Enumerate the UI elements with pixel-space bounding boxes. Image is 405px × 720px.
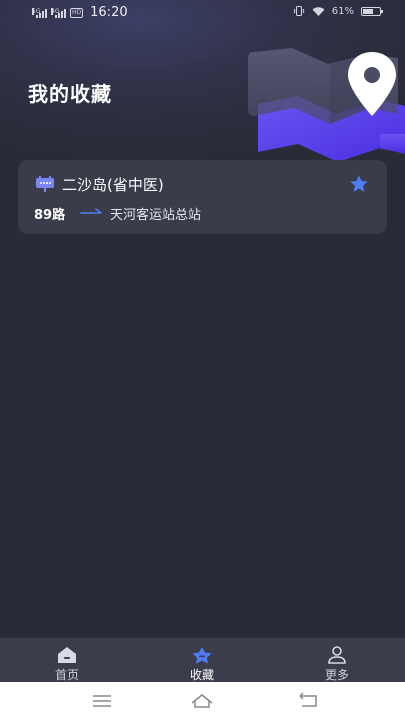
- signal-icon: 5G: [32, 7, 47, 18]
- tab-more[interactable]: 更多: [297, 638, 377, 682]
- tab-label: 更多: [324, 668, 349, 682]
- favorites-screen: 5G 4G HD 16:20 61% 我的收藏 二沙岛(省中医) 89路 天河客…: [0, 0, 405, 720]
- vibrate-icon: [293, 6, 305, 16]
- battery-fill: [363, 8, 373, 14]
- sim2-label: 4G: [51, 7, 60, 15]
- page-title: 我的收藏: [28, 82, 112, 106]
- home-icon: [58, 647, 76, 663]
- star-icon: [192, 647, 212, 664]
- signal-icon: 4G: [51, 7, 66, 18]
- route-number: 89路: [34, 208, 66, 223]
- hd-icon: HD: [70, 7, 84, 18]
- back-icon[interactable]: [296, 691, 320, 711]
- direction-arrow-icon: [80, 208, 102, 214]
- battery-icon: [361, 6, 383, 16]
- stop-name: 二沙岛(省中医): [62, 176, 164, 194]
- status-left: 5G 4G HD 16:20: [32, 5, 128, 20]
- status-right: 61%: [293, 5, 383, 17]
- map-pin-illustration: [248, 48, 405, 162]
- status-bar: 5G 4G HD 16:20 61%: [0, 0, 405, 26]
- tab-label: 首页: [54, 668, 79, 682]
- sim1-label: 5G: [32, 7, 41, 15]
- tab-label: 收藏: [189, 668, 214, 682]
- star-icon[interactable]: [349, 174, 369, 194]
- tab-bar: 首页 收藏 更多: [0, 638, 405, 682]
- home-nav-icon[interactable]: [190, 691, 214, 711]
- bus-stop-icon: [36, 176, 54, 192]
- favorite-card[interactable]: 二沙岛(省中医) 89路 天河客运站总站: [18, 160, 387, 234]
- system-nav-bar: [0, 682, 405, 720]
- tab-home[interactable]: 首页: [27, 638, 107, 682]
- wifi-icon: [312, 6, 325, 16]
- tab-favorites[interactable]: 收藏: [162, 638, 242, 682]
- status-time: 16:20: [90, 5, 128, 20]
- route-destination: 天河客运站总站: [110, 208, 202, 223]
- battery-percent: 61%: [331, 5, 354, 17]
- menu-icon[interactable]: [90, 691, 114, 711]
- user-icon: [328, 646, 346, 664]
